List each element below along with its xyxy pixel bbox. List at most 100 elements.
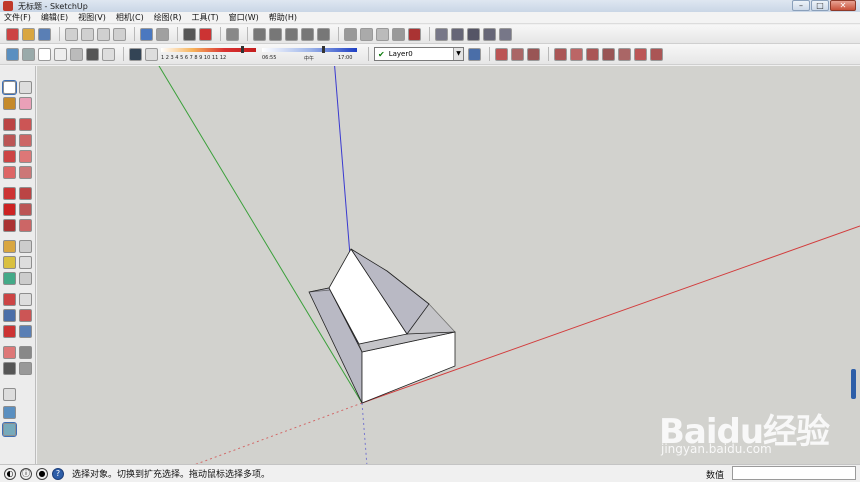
- warehouse-icon[interactable]: [435, 27, 448, 41]
- close-button[interactable]: ✕: [830, 0, 856, 11]
- menu-camera[interactable]: 相机(C): [116, 12, 144, 23]
- display-section-cuts-icon[interactable]: [527, 47, 540, 61]
- orbit-icon[interactable]: [3, 293, 16, 306]
- menu-window[interactable]: 窗口(W): [229, 12, 259, 23]
- arc-2point-icon[interactable]: [19, 166, 32, 179]
- menu-file[interactable]: 文件(F): [4, 12, 31, 23]
- text-icon[interactable]: [19, 256, 32, 269]
- arc-icon[interactable]: [19, 150, 32, 163]
- layer-manager-icon[interactable]: [468, 47, 481, 61]
- add-detail-icon[interactable]: [634, 47, 647, 61]
- copy-icon[interactable]: [81, 27, 94, 41]
- look-around-icon[interactable]: [3, 362, 16, 375]
- zoom-window-icon[interactable]: [19, 309, 32, 322]
- offset-icon[interactable]: [19, 219, 32, 232]
- flip-edge-icon[interactable]: [650, 47, 663, 61]
- make-component-icon[interactable]: [19, 81, 32, 94]
- minimize-button[interactable]: –: [792, 0, 810, 11]
- tape-measure-icon[interactable]: [3, 240, 16, 253]
- dimension-icon[interactable]: [19, 240, 32, 253]
- model-info-icon[interactable]: [199, 27, 212, 41]
- circle-icon[interactable]: [3, 134, 16, 147]
- user-icon[interactable]: ●: [36, 467, 48, 480]
- redo-icon[interactable]: [156, 27, 169, 41]
- credits-icon[interactable]: ⓘ: [20, 467, 32, 480]
- building-icon[interactable]: [483, 27, 496, 41]
- dynamic-component-icon[interactable]: [2, 422, 17, 437]
- share-model-icon[interactable]: [451, 27, 464, 41]
- style-xray-icon[interactable]: [6, 47, 19, 61]
- follow-me-icon[interactable]: [19, 203, 32, 216]
- pan-icon[interactable]: [19, 293, 32, 306]
- paint-bucket-icon[interactable]: [3, 97, 16, 110]
- menu-draw[interactable]: 绘图(R): [154, 12, 182, 23]
- print-icon[interactable]: [183, 27, 196, 41]
- chevron-down-icon[interactable]: ▼: [453, 48, 463, 60]
- top-view-icon[interactable]: [253, 27, 266, 41]
- style-monochrome-icon[interactable]: [102, 47, 115, 61]
- display-shadows-icon[interactable]: [145, 47, 158, 61]
- push-pull-icon[interactable]: [19, 187, 32, 200]
- smoove-icon[interactable]: [586, 47, 599, 61]
- iso-view-icon[interactable]: [226, 27, 239, 41]
- shadow-settings-icon[interactable]: [129, 47, 142, 61]
- home-icon[interactable]: [467, 27, 480, 41]
- polygon-icon[interactable]: [3, 150, 16, 163]
- position-camera-icon[interactable]: [3, 346, 16, 359]
- right-view-icon[interactable]: [285, 27, 298, 41]
- front-view-icon[interactable]: [269, 27, 282, 41]
- style-back-edges-icon[interactable]: [22, 47, 35, 61]
- eraser-icon[interactable]: [19, 97, 32, 110]
- xray-icon[interactable]: [344, 27, 357, 41]
- sandbox-contours-icon[interactable]: [554, 47, 567, 61]
- delete-icon[interactable]: [113, 27, 126, 41]
- model-viewport[interactable]: [37, 66, 860, 464]
- undo-icon[interactable]: [140, 27, 153, 41]
- menu-view[interactable]: 视图(V): [78, 12, 106, 23]
- style-textured-icon[interactable]: [86, 47, 99, 61]
- menu-edit[interactable]: 编辑(E): [41, 12, 68, 23]
- component-icon[interactable]: [499, 27, 512, 41]
- scale-icon[interactable]: [3, 219, 16, 232]
- time-slider-thumb[interactable]: [322, 46, 325, 53]
- section-plane-icon[interactable]: [495, 47, 508, 61]
- hidden-line-icon[interactable]: [376, 27, 389, 41]
- back-view-icon[interactable]: [301, 27, 314, 41]
- sandbox-icon[interactable]: [3, 406, 16, 419]
- freehand-icon[interactable]: [19, 134, 32, 147]
- protractor-icon[interactable]: [3, 256, 16, 269]
- paste-icon[interactable]: [97, 27, 110, 41]
- walk-icon[interactable]: [19, 346, 32, 359]
- geo-location-icon[interactable]: ◐: [4, 467, 16, 480]
- stamp-icon[interactable]: [602, 47, 615, 61]
- zoom-extents-icon[interactable]: [3, 325, 16, 338]
- zoom-scroll-indicator[interactable]: [851, 369, 856, 399]
- shaded-icon[interactable]: [392, 27, 405, 41]
- scene-drawing[interactable]: [37, 66, 860, 464]
- rotate-icon[interactable]: [3, 203, 16, 216]
- style-shaded-icon[interactable]: [70, 47, 83, 61]
- section-plane-tool-icon[interactable]: [19, 362, 32, 375]
- maximize-button[interactable]: □: [811, 0, 829, 11]
- move-icon[interactable]: [3, 187, 16, 200]
- line-icon[interactable]: [19, 118, 32, 131]
- 3d-text-icon[interactable]: [19, 272, 32, 285]
- time-slider[interactable]: 06:55 中午 17:00: [262, 45, 357, 63]
- open-file-icon[interactable]: [22, 27, 35, 41]
- axes-icon[interactable]: [3, 272, 16, 285]
- pie-icon[interactable]: [3, 166, 16, 179]
- month-slider[interactable]: 1 2 3 4 5 6 7 8 9 10 11 12: [161, 45, 256, 63]
- help-icon[interactable]: ?: [52, 467, 64, 480]
- sandbox-scratch-icon[interactable]: [570, 47, 583, 61]
- rectangle-icon[interactable]: [3, 118, 16, 131]
- style-hidden-icon[interactable]: [54, 47, 67, 61]
- menu-tools[interactable]: 工具(T): [192, 12, 219, 23]
- wireframe-icon[interactable]: [360, 27, 373, 41]
- measurements-input[interactable]: [732, 466, 856, 480]
- zoom-icon[interactable]: [3, 309, 16, 322]
- cut-icon[interactable]: [65, 27, 78, 41]
- move-gizmo-icon[interactable]: [3, 388, 16, 401]
- display-section-planes-icon[interactable]: [511, 47, 524, 61]
- menu-help[interactable]: 帮助(H): [269, 12, 297, 23]
- month-slider-thumb[interactable]: [241, 46, 244, 53]
